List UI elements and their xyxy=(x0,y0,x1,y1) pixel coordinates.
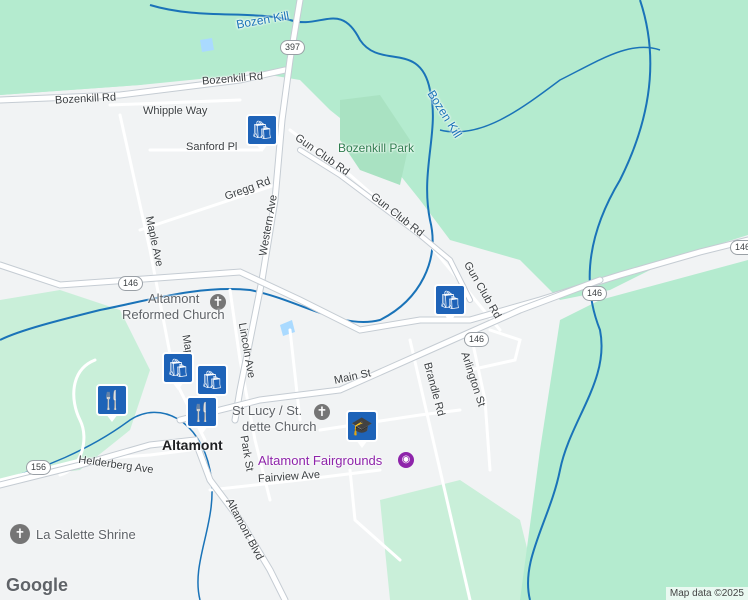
shopping-marker-sanford[interactable]: 🛍 xyxy=(246,114,278,154)
shopping-bag-icon: 🛍 xyxy=(162,352,194,384)
route-shield-146-east: 146 xyxy=(582,286,608,301)
shopping-bag-icon: 🛍 xyxy=(196,364,228,396)
shopping-bag-icon: 🛍 xyxy=(246,114,278,146)
route-shield-397: 397 xyxy=(280,40,306,55)
restaurant-marker-west[interactable]: 🍴 xyxy=(96,384,128,424)
pond-north xyxy=(200,38,214,52)
shopping-marker-maple[interactable]: 🛍 xyxy=(162,352,194,392)
st-lucy-label-2: dette Church xyxy=(242,419,317,434)
shrine-icon[interactable]: ✝ xyxy=(10,524,30,544)
restaurant-icon: 🍴 xyxy=(186,396,218,428)
shrine-label: La Salette Shrine xyxy=(36,527,136,542)
route-shield-146-mid: 146 xyxy=(464,332,490,347)
route-shield-146-edge: 146 xyxy=(730,240,748,255)
shopping-bag-icon: 🛍 xyxy=(434,284,466,316)
restaurant-icon: 🍴 xyxy=(96,384,128,416)
google-logo: Google xyxy=(6,575,68,595)
fairgrounds-camera-icon[interactable]: ◉ xyxy=(398,452,414,468)
park-label: Bozenkill Park xyxy=(338,141,415,155)
restaurant-marker-center[interactable]: 🍴 xyxy=(186,396,218,436)
ne-stream xyxy=(439,46,661,133)
st-lucy-label-1: St Lucy / St. xyxy=(232,403,303,418)
road-label-sanford-pl: Sanford Pl xyxy=(186,141,238,153)
map-attribution[interactable]: Map data ©2025 xyxy=(665,587,748,600)
route-shield-146-west: 146 xyxy=(118,276,144,291)
reformed-church-label-2: Reformed Church xyxy=(122,307,225,322)
road-label-whipple-way: Whipple Way xyxy=(143,105,208,117)
town-label: Altamont xyxy=(162,437,223,453)
reformed-church-label-1: Altamont xyxy=(148,291,200,306)
route-shield-156: 156 xyxy=(26,460,52,475)
school-marker[interactable]: 🎓 xyxy=(346,410,378,450)
shopping-marker-gun-club[interactable]: 🛍 xyxy=(434,284,466,324)
fairgrounds-label: Altamont Fairgrounds xyxy=(258,453,383,468)
school-icon: 🎓 xyxy=(346,410,378,442)
map-canvas[interactable] xyxy=(0,0,748,600)
st-lucy-church-icon[interactable]: ✝ xyxy=(314,404,330,420)
